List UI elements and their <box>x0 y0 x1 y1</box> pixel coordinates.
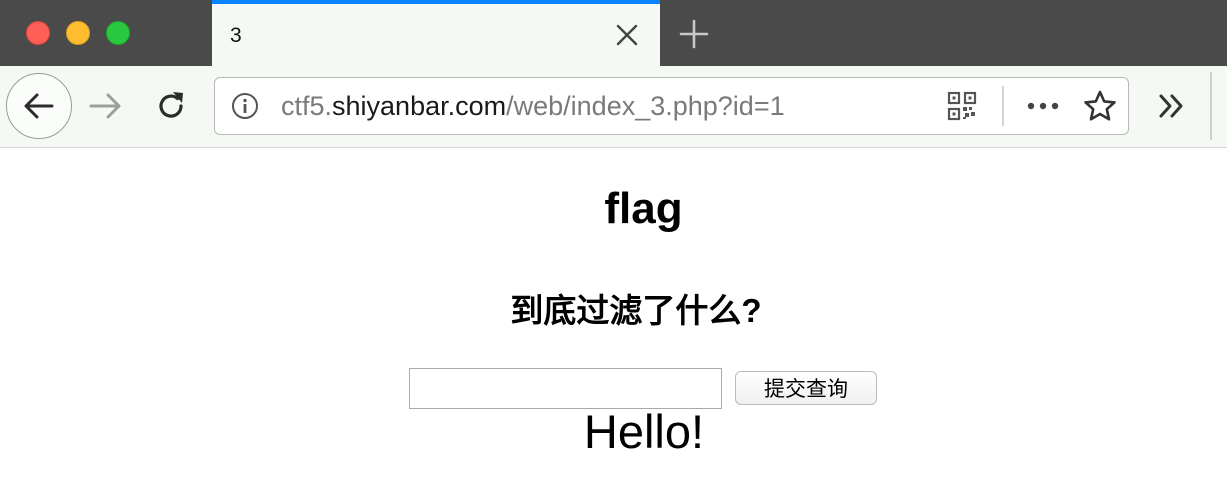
arrow-right-icon <box>89 93 121 119</box>
result-text: Hello! <box>583 405 705 458</box>
plus-icon[interactable] <box>678 18 710 50</box>
page-content: flag 到底过滤了什么? 提交查询 Hello! <box>0 148 1227 481</box>
info-icon[interactable] <box>231 92 259 120</box>
toolbar-divider <box>1210 72 1212 140</box>
url-path: /web/index_3.php?id=1 <box>506 91 785 121</box>
reload-button[interactable] <box>153 88 189 124</box>
nav-toolbar: ctf5.shiyanbar.com/web/index_3.php?id=1 <box>0 66 1227 148</box>
query-input[interactable] <box>409 368 722 409</box>
more-dots-icon[interactable] <box>1025 92 1061 120</box>
close-icon[interactable] <box>614 22 640 48</box>
url-prefix: ctf5. <box>281 91 333 121</box>
forward-button[interactable] <box>88 88 124 124</box>
window-close-button[interactable] <box>26 21 50 45</box>
url-domain: shiyanbar.com <box>332 91 507 121</box>
urlbar-divider <box>1002 86 1004 126</box>
window-minimize-button[interactable] <box>66 21 90 45</box>
page-subtitle: 到底过滤了什么? <box>510 292 762 329</box>
star-icon[interactable] <box>1083 89 1117 123</box>
reload-icon <box>159 92 183 118</box>
title-bar: 3 <box>0 0 1227 66</box>
double-chevron-right-icon[interactable] <box>1156 92 1188 120</box>
submit-query-button[interactable]: 提交查询 <box>735 371 877 405</box>
qr-code-icon[interactable] <box>947 91 977 121</box>
arrow-left-icon <box>24 93 54 119</box>
active-tab[interactable]: 3 <box>212 0 660 66</box>
tab-title: 3 <box>230 24 242 47</box>
back-button[interactable] <box>6 73 72 139</box>
page-title: flag <box>604 184 683 233</box>
url-text[interactable]: ctf5.shiyanbar.com/web/index_3.php?id=1 <box>281 91 785 122</box>
window-zoom-button[interactable] <box>106 21 130 45</box>
url-bar[interactable]: ctf5.shiyanbar.com/web/index_3.php?id=1 <box>214 77 1129 135</box>
